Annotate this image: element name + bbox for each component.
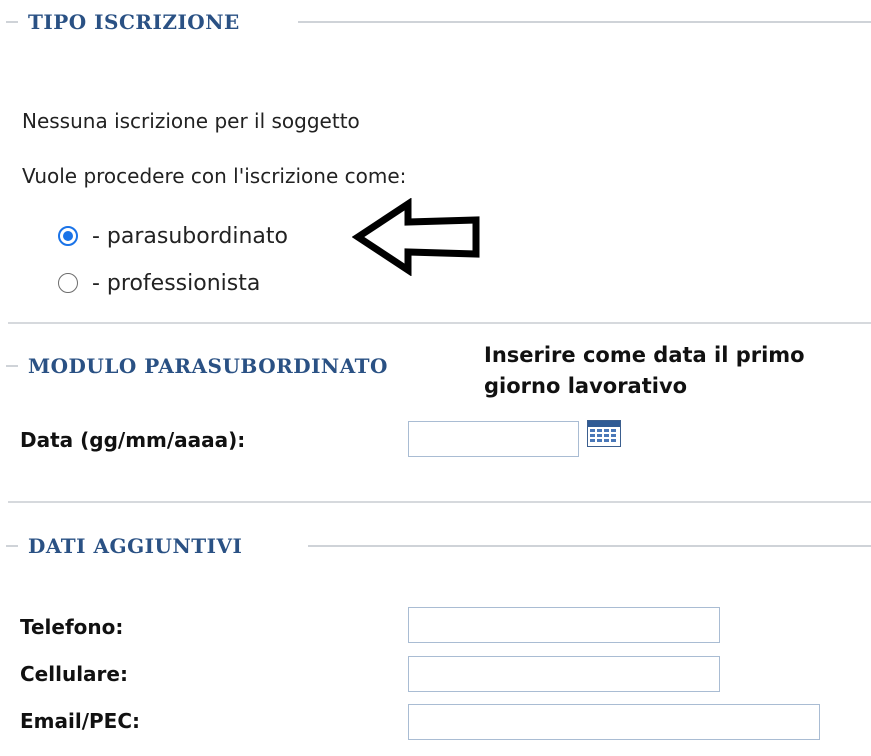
date-label: Data (gg/mm/aaaa):	[20, 428, 246, 452]
date-input[interactable]	[408, 421, 579, 457]
registration-question: Vuole procedere con l'iscrizione come:	[22, 164, 407, 188]
section-title-tipo-iscrizione: TIPO ISCRIZIONE	[28, 10, 246, 34]
radio-option-parasubordinato[interactable]: - parasubordinato	[58, 221, 288, 251]
telefono-label: Telefono:	[20, 615, 124, 639]
radio-label-professionista: - professionista	[92, 270, 261, 296]
cellulare-label: Cellulare:	[20, 662, 128, 686]
section-title-modulo-parasubordinato: MODULO PARASUBORDINATO	[28, 354, 394, 378]
telefono-input[interactable]	[408, 607, 720, 643]
section-modulo-parasubordinato-header: MODULO PARASUBORDINATO	[6, 354, 466, 378]
section-tipo-iscrizione-header: TIPO ISCRIZIONE	[6, 10, 871, 34]
left-arrow-icon	[352, 198, 480, 276]
cellulare-input[interactable]	[408, 656, 720, 692]
section-divider	[8, 322, 871, 324]
radio-professionista[interactable]	[58, 273, 78, 293]
legend-line	[6, 365, 18, 367]
calendar-icon[interactable]	[587, 420, 621, 447]
radio-parasubordinato[interactable]	[58, 226, 78, 246]
section-divider	[8, 501, 871, 503]
section-title-dati-aggiuntivi: DATI AGGIUNTIVI	[28, 534, 249, 558]
radio-option-professionista[interactable]: - professionista	[58, 268, 260, 298]
radio-label-parasubordinato: - parasubordinato	[92, 223, 288, 249]
legend-line	[6, 545, 18, 547]
legend-line	[298, 21, 871, 23]
legend-line	[308, 545, 871, 547]
no-registration-text: Nessuna iscrizione per il soggetto	[22, 109, 360, 133]
legend-line	[6, 21, 18, 23]
email-pec-label: Email/PEC:	[20, 709, 141, 733]
section-dati-aggiuntivi-header: DATI AGGIUNTIVI	[6, 534, 871, 558]
email-pec-input[interactable]	[408, 704, 820, 740]
annotation-note: Inserire come data il primo giorno lavor…	[484, 343, 805, 398]
